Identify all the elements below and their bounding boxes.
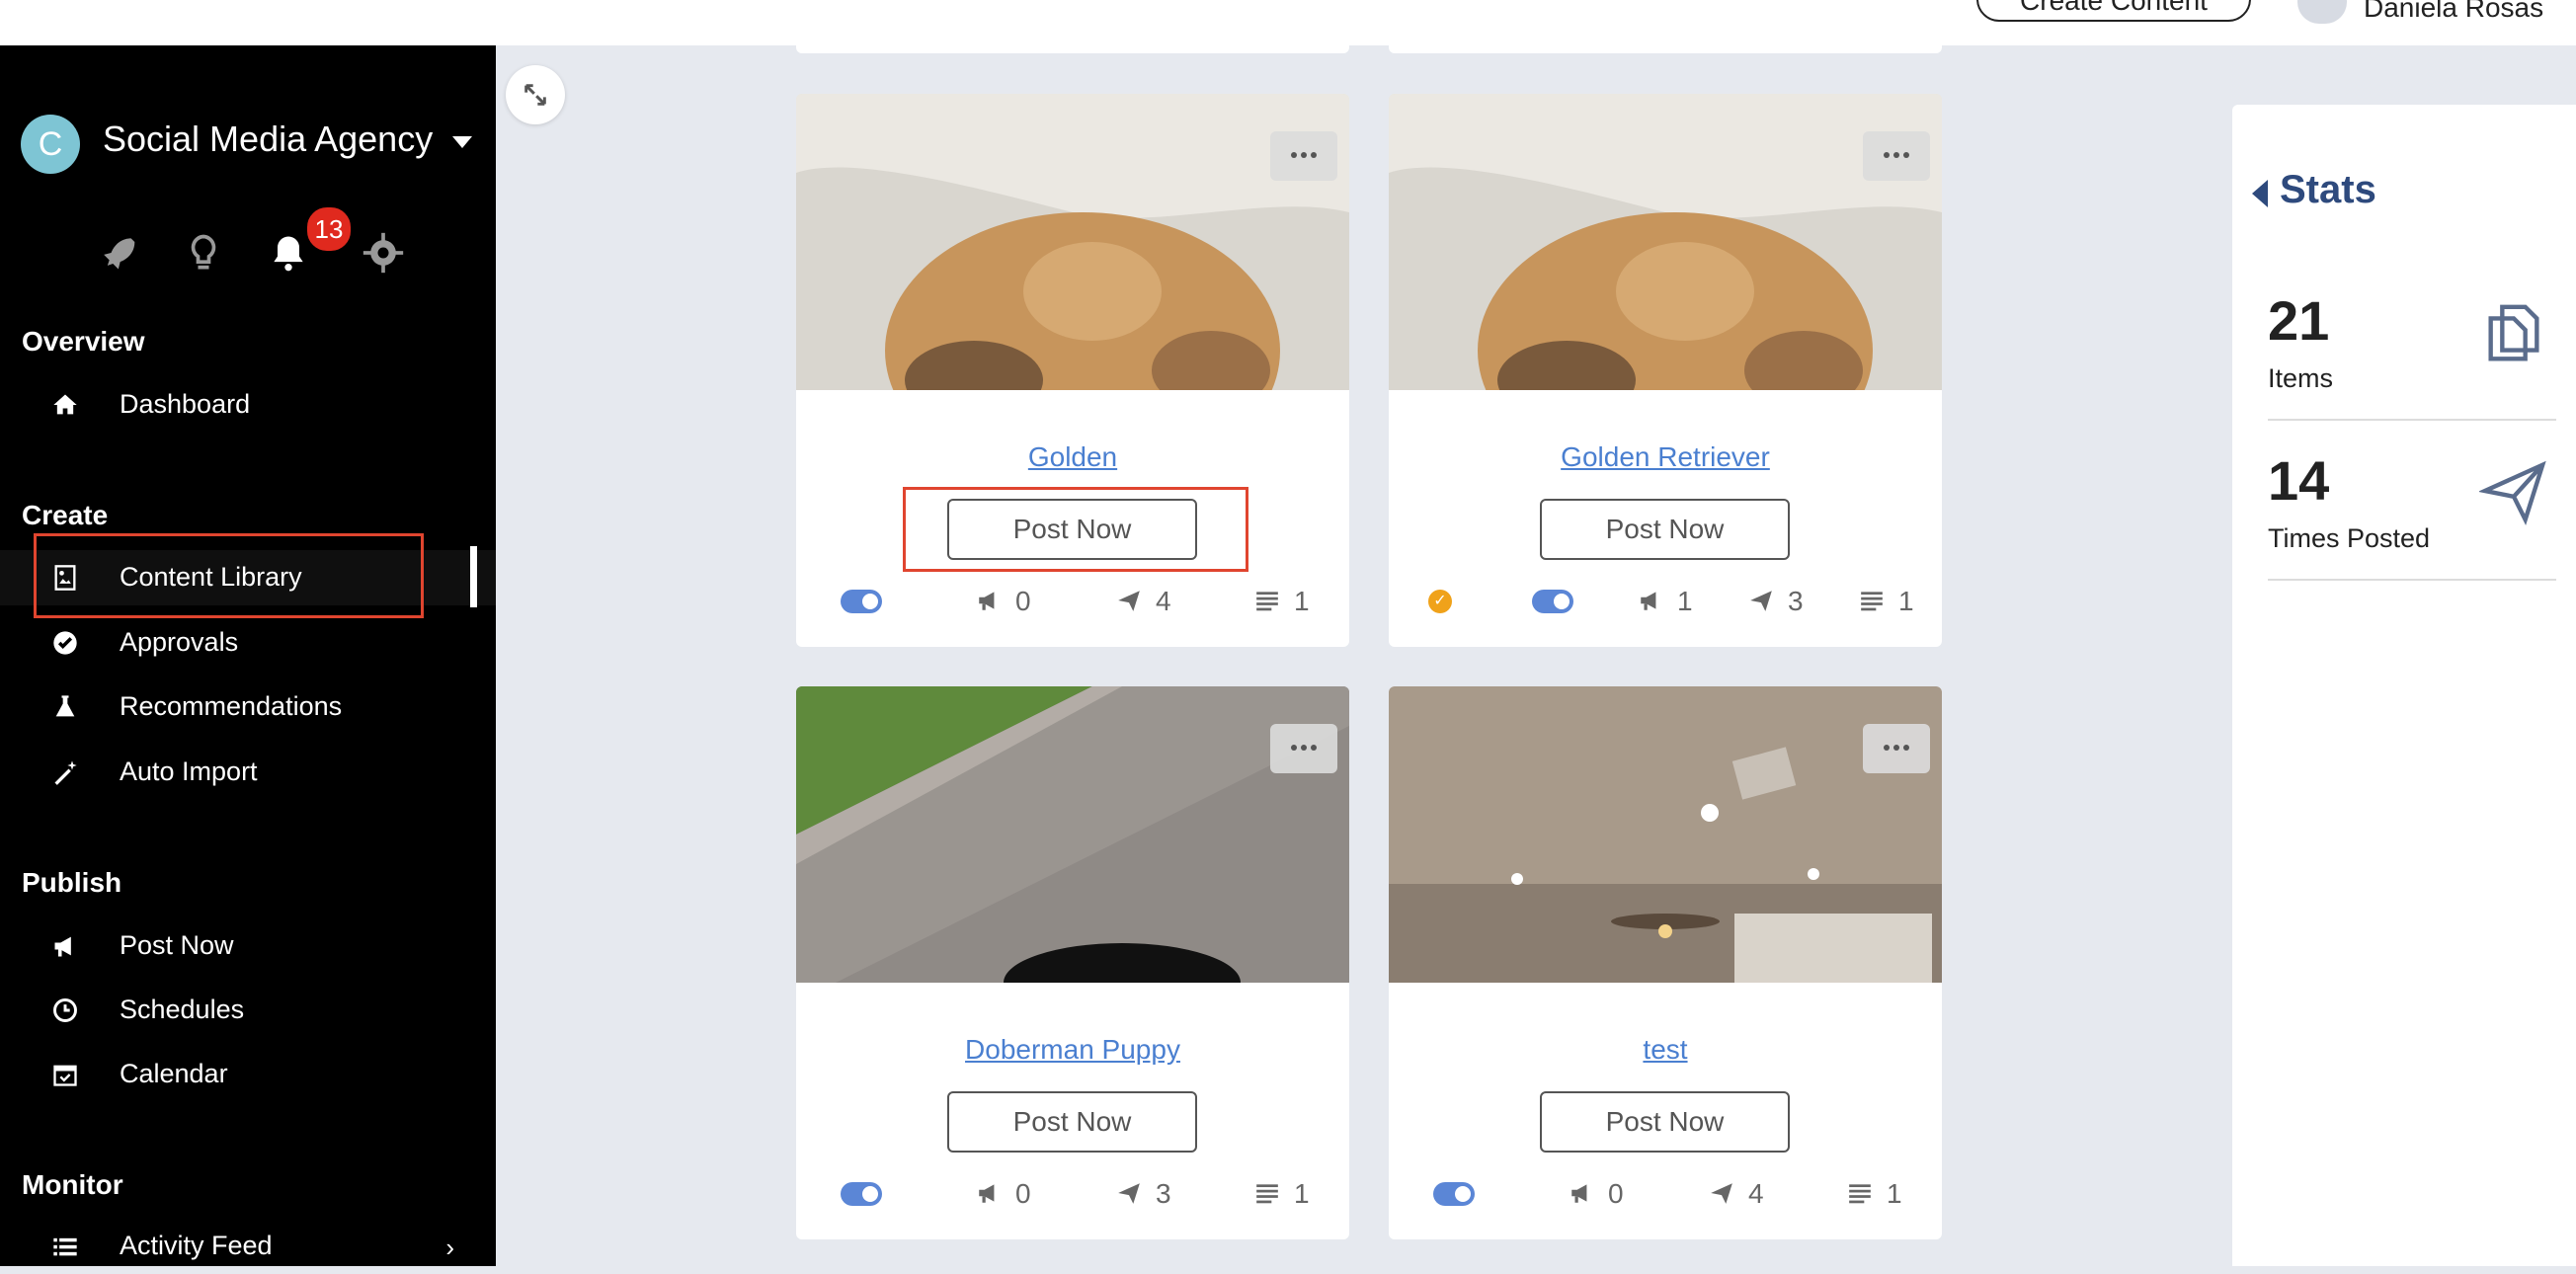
sidebar-item-post-now[interactable]: Post Now <box>0 918 496 974</box>
megaphone-icon <box>1571 1184 1587 1203</box>
sidebar-item-recommendations[interactable]: Recommendations <box>0 679 496 735</box>
card-stats: 0 4 1 <box>1389 1170 1942 1210</box>
top-bar: Create Content Daniela Rosas <box>0 0 2576 45</box>
collapse-caret-icon[interactable] <box>2252 180 2268 207</box>
sidebar-item-label: Dashboard <box>120 389 251 419</box>
paper-plane-icon <box>1118 1183 1140 1204</box>
sidebar-item-label: Approvals <box>120 627 239 657</box>
sidebar-item-label: Auto Import <box>120 756 258 786</box>
sidebar-item-approvals[interactable]: Approvals <box>0 615 496 671</box>
section-publish: Publish <box>22 867 122 898</box>
card-title[interactable]: Golden <box>796 441 1349 473</box>
post-now-button[interactable]: Post Now <box>1540 1091 1790 1153</box>
megaphone-icon <box>54 936 71 957</box>
lines-icon <box>1849 1184 1871 1204</box>
expand-button[interactable] <box>506 65 565 124</box>
items-count: 21 <box>2268 289 2330 352</box>
sidebar-item-schedules[interactable]: Schedules <box>0 983 496 1038</box>
stats-title: Stats <box>2280 168 2376 211</box>
rocket-icon[interactable] <box>95 231 138 275</box>
content-image <box>796 94 1349 390</box>
list-icon <box>53 1237 77 1256</box>
chevron-down-icon[interactable] <box>452 136 472 148</box>
more-options-button[interactable] <box>1863 131 1930 181</box>
card-stats: ✓ 1 3 1 <box>1389 578 1942 617</box>
sidebar-item-label: Post Now <box>120 930 234 960</box>
content-card[interactable]: Golden Retriever Post Now ✓ 1 3 1 <box>1389 94 1942 647</box>
divider <box>2268 419 2556 421</box>
enabled-toggle[interactable] <box>841 1182 882 1206</box>
times-posted-label: Times Posted <box>2268 523 2431 553</box>
sidebar-item-calendar[interactable]: Calendar <box>0 1047 496 1102</box>
enabled-toggle[interactable] <box>841 590 882 613</box>
card-stats: 0 3 1 <box>796 1170 1349 1210</box>
more-options-button[interactable] <box>1863 724 1930 773</box>
section-monitor: Monitor <box>22 1169 123 1200</box>
megaphone-icon <box>1641 592 1656 610</box>
org-avatar[interactable]: C <box>21 115 80 174</box>
paper-plane-icon <box>1750 591 1772 611</box>
content-image <box>796 686 1349 983</box>
paper-plane-icon <box>1118 591 1140 611</box>
more-options-button[interactable] <box>1270 724 1337 773</box>
notification-badge: 13 <box>305 205 353 253</box>
more-options-button[interactable] <box>1270 131 1337 181</box>
content-image <box>1389 686 1942 983</box>
card-title[interactable]: test <box>1389 1034 1942 1066</box>
clock-icon <box>53 998 77 1022</box>
enabled-toggle[interactable] <box>1433 1182 1475 1206</box>
user-name[interactable]: Daniela Rosas <box>2364 0 2543 24</box>
gear-icon[interactable] <box>362 231 405 275</box>
paper-plane-icon <box>2479 460 2546 525</box>
lines-icon <box>1256 1184 1278 1204</box>
sidebar-item-label: Activity Feed <box>120 1231 273 1260</box>
sidebar-item-label: Calendar <box>120 1059 228 1088</box>
content-card[interactable]: Doberman Puppy Post Now 0 3 1 <box>796 686 1349 1239</box>
section-overview: Overview <box>22 326 145 357</box>
org-name[interactable]: Social Media Agency <box>103 119 433 160</box>
copy-icon <box>2488 304 2539 361</box>
lines-icon <box>1861 592 1883 611</box>
card-stats: 0 4 1 <box>796 578 1349 617</box>
stats-panel: Stats 21 Items 14 Times Posted <box>2232 105 2576 1266</box>
lightbulb-icon[interactable] <box>182 231 225 275</box>
sidebar: C Social Media Agency 13 Overview Dashbo… <box>0 45 496 1266</box>
calendar-icon <box>53 1065 77 1086</box>
card-title[interactable]: Golden Retriever <box>1389 441 1942 473</box>
expand-icon <box>524 84 546 106</box>
lines-icon <box>1256 592 1278 611</box>
enabled-toggle[interactable] <box>1532 590 1573 613</box>
divider <box>2268 579 2556 581</box>
home-icon <box>53 394 77 415</box>
highlight-post-now <box>903 487 1248 572</box>
chevron-right-icon: › <box>445 1233 454 1262</box>
highlight-content-library <box>34 533 424 618</box>
card-title[interactable]: Doberman Puppy <box>796 1034 1349 1066</box>
post-now-button[interactable]: Post Now <box>1540 499 1790 560</box>
magic-wand-icon <box>54 760 77 785</box>
approved-check-icon: ✓ <box>1428 590 1452 613</box>
megaphone-icon <box>979 592 995 610</box>
megaphone-icon <box>979 1184 995 1203</box>
flask-icon <box>55 695 75 717</box>
sidebar-item-label: Schedules <box>120 995 245 1024</box>
check-circle-icon <box>53 631 77 655</box>
content-card[interactable]: test Post Now 0 4 1 <box>1389 686 1942 1239</box>
sidebar-item-label: Recommendations <box>120 691 343 721</box>
sidebar-item-auto-import[interactable]: Auto Import <box>0 745 496 800</box>
content-image <box>1389 94 1942 390</box>
bell-icon[interactable] <box>267 231 310 275</box>
post-now-button[interactable]: Post Now <box>947 1091 1197 1153</box>
section-create: Create <box>22 500 109 530</box>
create-content-button[interactable]: Create Content <box>1976 0 2251 22</box>
user-avatar[interactable] <box>2297 0 2347 24</box>
items-label: Items <box>2268 363 2334 393</box>
times-posted-count: 14 <box>2268 449 2330 512</box>
paper-plane-icon <box>1711 1183 1732 1204</box>
active-indicator <box>470 546 477 607</box>
sidebar-item-dashboard[interactable]: Dashboard <box>0 377 496 433</box>
